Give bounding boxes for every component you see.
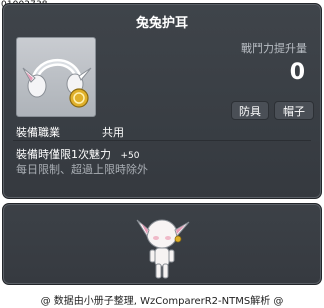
earmuff-icon bbox=[22, 59, 92, 108]
character-preview-icon bbox=[136, 219, 190, 279]
effect-name: 裝備時僅限1次魅力 bbox=[16, 148, 111, 161]
limit-text: 每日限制、超過上限時除外 bbox=[16, 163, 148, 176]
character-preview-panel bbox=[2, 203, 322, 285]
job-label: 裝備職業 bbox=[16, 126, 60, 139]
item-tooltip: 兔兔护耳 戰鬥力提升量 0 防具 帽子 裝備職業 共用 裝備時僅限1次魅力 +5… bbox=[2, 3, 322, 199]
item-icon-frame bbox=[16, 37, 96, 117]
divider bbox=[13, 140, 311, 141]
job-value: 共用 bbox=[102, 126, 124, 139]
power-value: 0 bbox=[289, 60, 305, 85]
power-label: 戰鬥力提升量 bbox=[241, 42, 307, 55]
type-tag-hat: 帽子 bbox=[274, 101, 314, 120]
effect-line: 裝備時僅限1次魅力 +50 bbox=[16, 146, 140, 162]
item-title: 兔兔护耳 bbox=[135, 16, 188, 31]
effect-value: +50 bbox=[120, 151, 140, 161]
footer-credit: @ 数据由小册子整理, WzComparerR2-NTMS解析 @ bbox=[40, 296, 284, 307]
type-tag-armor: 防具 bbox=[231, 101, 269, 120]
